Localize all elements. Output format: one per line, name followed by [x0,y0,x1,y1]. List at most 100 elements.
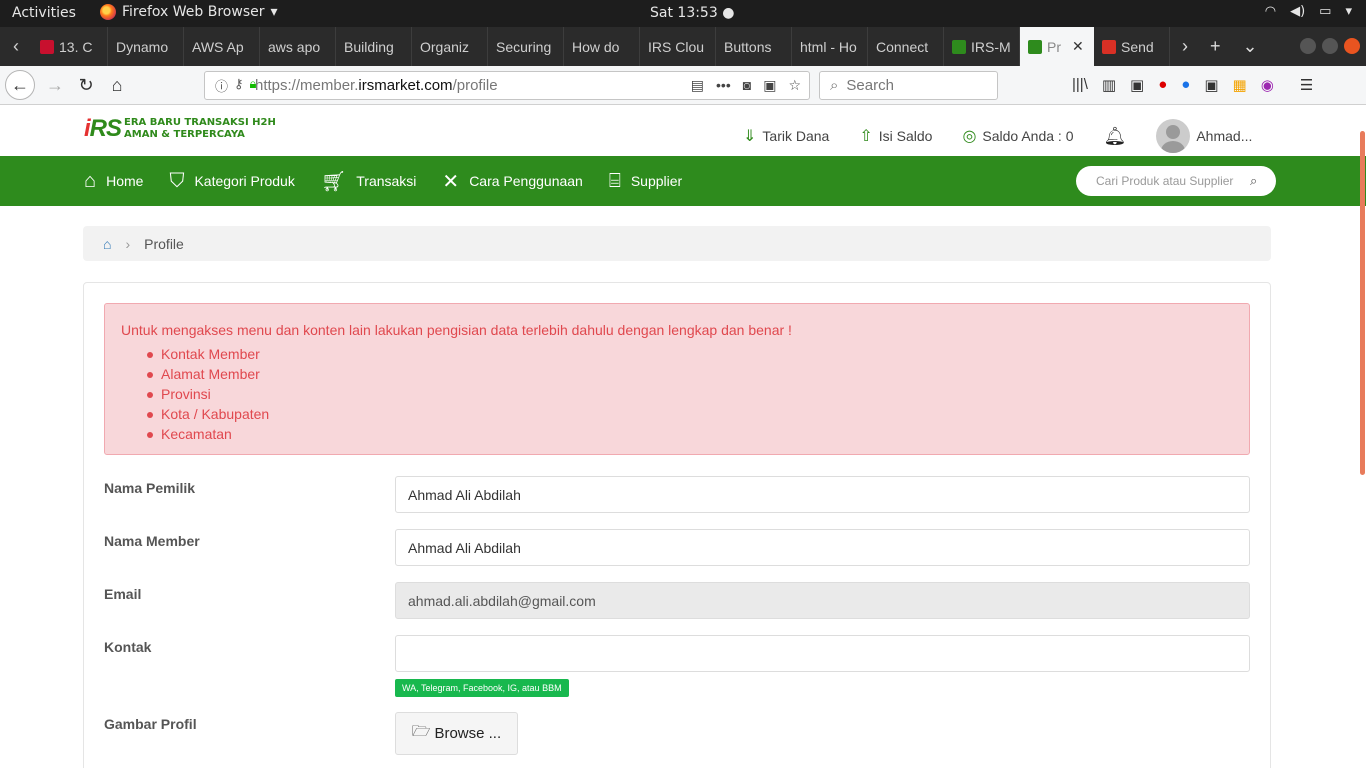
menu-supplier[interactable]: ⌸ Supplier [609,170,682,193]
kontak-input[interactable] [395,635,1250,672]
wifi-icon: ◠ [1264,4,1277,19]
menu-transaksi-label: Transaksi [356,173,417,189]
menu-transaksi[interactable]: 🛒︎ Transaksi [321,169,417,194]
main-menu: ⌂ Home ⛉ Kategori Produk 🛒︎ Transaksi ✕ … [0,156,1366,206]
menu-home[interactable]: ⌂ Home [84,170,143,193]
scroll-tabs-right-icon[interactable]: › [1182,36,1188,57]
tab-label: IRS-M [971,38,1011,55]
close-tab-icon[interactable]: ✕ [1072,38,1084,55]
user-menu[interactable]: Ahmad... [1156,119,1252,153]
scroll-tabs-left-icon[interactable]: ‹ [0,27,32,66]
browser-tab[interactable]: Buttons [716,27,792,66]
url-actions: ▤ ••• ◙ ▣ ☆ [691,77,809,94]
withdraw-icon: ⇓ [743,128,757,145]
reload-button[interactable]: ↻ [71,70,101,100]
product-search-input[interactable]: Cari Produk atau Supplier ⌕ [1076,166,1276,196]
home-icon: ⌂ [111,74,123,95]
new-tab-icon[interactable]: + [1210,36,1221,57]
tab-label: AWS Ap [192,38,244,55]
home-button[interactable]: ⌂ [102,70,132,100]
search-icon[interactable]: ⌕ [1250,173,1257,189]
page-actions-icon[interactable]: ••• [716,77,731,94]
saldo-display[interactable]: ◎ Saldo Anda : 0 [962,126,1073,146]
browser-tab[interactable]: Organiz [412,27,488,66]
search-input[interactable]: ⌕ Search [819,71,998,100]
chevron-down-icon: ▾ [270,4,278,20]
browse-button[interactable]: 🗁 Browse ... [395,712,518,755]
browser-tab[interactable]: Dynamo [108,27,184,66]
tab-label: Buttons [724,38,772,55]
alert-list-item: Kontak Member [147,344,1233,364]
tab-label: Organiz [420,38,470,55]
system-tray[interactable]: ◠ ◀) ▭ ▾ [1265,4,1352,19]
extension-red-icon[interactable]: ● [1158,76,1167,94]
browser-tab[interactable]: Connect [868,27,944,66]
isi-saldo-label: Isi Saldo [878,128,933,144]
browser-tab[interactable]: AWS Ap [184,27,260,66]
email-label: Email [104,586,142,602]
activities-button[interactable]: Activities [12,5,76,21]
breadcrumb-current: Profile [144,235,184,252]
menu-cara-penggunaan[interactable]: ✕ Cara Penggunaan [442,169,582,194]
chevron-right-icon: › [125,235,131,252]
search-placeholder: Search [846,77,894,94]
minimize-icon[interactable] [1300,38,1316,54]
toolbar-extensions: |||\ ▥ ▣ ● ● ▣ ▦ ◉ ☰ [1072,76,1313,94]
url-text[interactable]: https://member.irsmarket.com/profile [255,77,691,94]
extension-colorful-icon[interactable]: ▦ [1233,76,1247,94]
search-icon: ⌕ [830,77,839,94]
extension-dark-icon[interactable]: ▣ [1204,76,1218,94]
tarik-dana-label: Tarik Dana [762,128,830,144]
save-page-icon[interactable]: ▣ [1130,76,1144,94]
page-scrollbar[interactable] [1360,131,1365,475]
arrow-left-icon: ← [11,74,29,95]
browser-tab[interactable]: How do [564,27,640,66]
browser-tab[interactable]: html - Ho [792,27,868,66]
nama-pemilik-input[interactable]: Ahmad Ali Abdilah [395,476,1250,513]
browser-tab[interactable]: IRS Clou [640,27,716,66]
home-icon[interactable]: ⌂ [103,236,111,252]
tab-label: Securing [496,38,552,55]
alert-list-item: Provinsi [147,384,1233,404]
maximize-icon[interactable] [1322,38,1338,54]
kontak-label: Kontak [104,639,152,655]
isi-saldo-link[interactable]: ⇧ Isi Saldo [859,126,932,146]
browser-tab[interactable]: Building [336,27,412,66]
browser-tab[interactable]: Securing [488,27,564,66]
browser-tab[interactable]: 13. C [32,27,108,66]
logo-tagline: ERA BARU TRANSAKSI H2H AMAN & TERPERCAYA [124,117,276,141]
bookmark-star-icon[interactable]: ☆ [788,77,801,94]
reader-view-icon[interactable]: ▤ [691,77,704,94]
tab-controls: › + ⌄ [1170,27,1258,66]
irs-logo[interactable]: iRS ERA BARU TRANSAKSI H2H AMAN & TERPER… [84,115,276,143]
alert-message: Untuk mengakses menu dan konten lain lak… [104,303,1250,455]
notification-bell-icon[interactable]: 🔔︎ [1103,126,1126,147]
pocket-icon[interactable]: ◙ [743,77,751,94]
nama-member-input[interactable]: Ahmad Ali Abdilah [395,529,1250,566]
clock[interactable]: Sat 13:53 ● [650,5,734,21]
hamburger-menu-icon[interactable]: ☰ [1300,76,1313,94]
library-icon[interactable]: |||\ [1072,76,1088,94]
sidebar-icon[interactable]: ▥ [1102,76,1116,94]
browser-tab[interactable]: IRS-M [944,27,1020,66]
extension-blue-icon[interactable]: ● [1181,76,1190,94]
gmail-favicon [1102,39,1116,54]
menu-kategori-produk[interactable]: ⛉ Kategori Produk [169,170,294,193]
user-name: Ahmad... [1196,128,1253,144]
tab-active[interactable]: Pr ✕ [1020,27,1094,66]
browser-tab[interactable]: aws apo [260,27,336,66]
tarik-dana-link[interactable]: ⇓ Tarik Dana [743,126,829,146]
list-tabs-icon[interactable]: ⌄ [1243,36,1258,57]
close-window-icon[interactable] [1344,38,1360,54]
save-icon[interactable]: ▣ [763,77,776,94]
forward-button[interactable]: → [40,70,70,100]
tab-send[interactable]: Send [1094,27,1170,66]
extension-purple-icon[interactable]: ◉ [1261,76,1274,94]
site-info[interactable]: ⓘ ⚷ 🔒︎ [205,76,256,95]
back-button[interactable]: ← [5,70,35,100]
url-bar[interactable]: ⓘ ⚷ 🔒︎ https://member.irsmarket.com/prof… [204,71,810,100]
arrow-right-icon: → [46,74,64,95]
app-menu[interactable]: Firefox Web Browser ▾ [100,4,278,20]
tab-label: Connect [876,38,929,55]
alert-text: Untuk mengakses menu dan konten lain lak… [121,322,792,338]
